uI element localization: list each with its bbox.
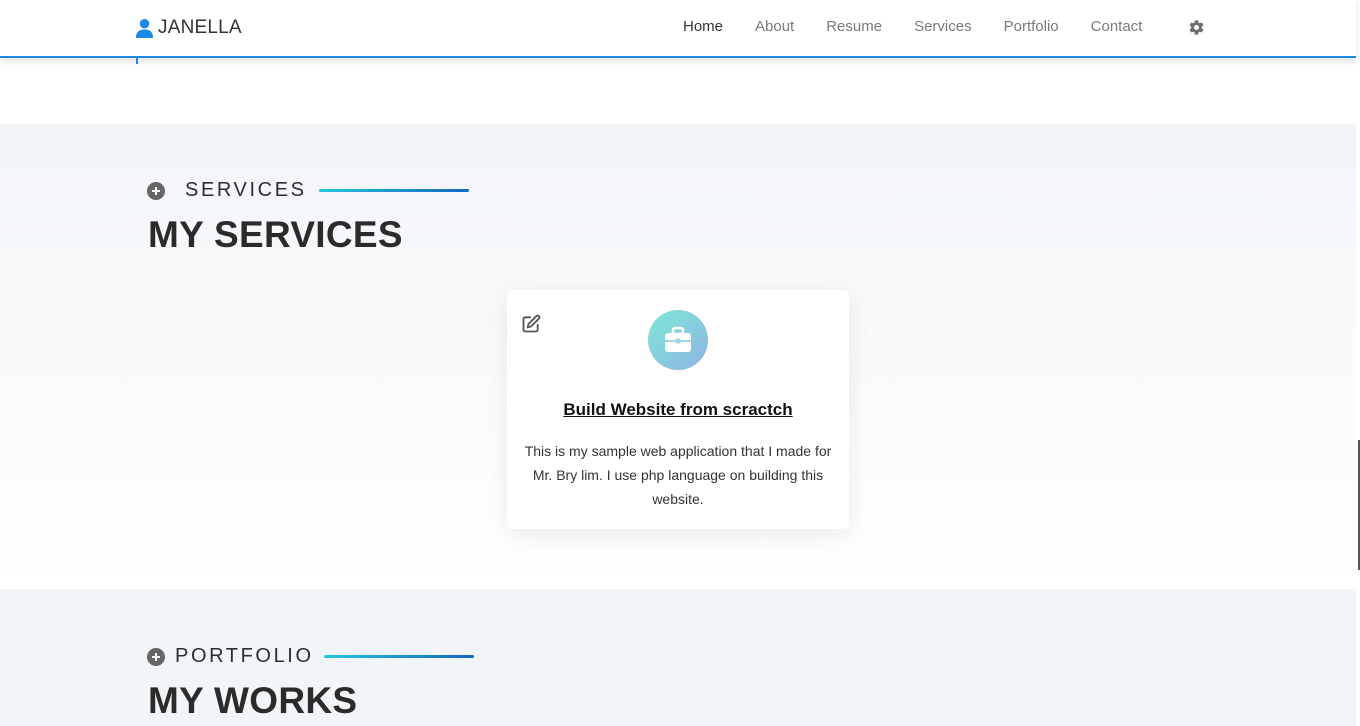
nav-link-home[interactable]: Home: [683, 18, 723, 35]
services-eyebrow-label: SERVICES: [185, 179, 307, 201]
services-heading: MY SERVICES: [148, 214, 403, 255]
nav-link-resume[interactable]: Resume: [826, 18, 882, 35]
service-icon-badge: [648, 310, 708, 370]
services-eyebrow: SERVICES: [147, 179, 469, 202]
brand-link[interactable]: JANELLA: [135, 17, 242, 39]
nav-link-contact[interactable]: Contact: [1091, 18, 1143, 35]
nav-menu: Home About Resume Services Portfolio Con…: [683, 18, 1174, 35]
brand-name: JANELLA: [158, 17, 242, 38]
service-description: This is my sample web application that I…: [524, 443, 832, 507]
portfolio-heading: MY WORKS: [148, 680, 358, 721]
nav-link-about[interactable]: About: [755, 18, 794, 35]
portfolio-eyebrow-label: PORTFOLIO: [175, 645, 314, 667]
services-eyebrow-line: [318, 189, 469, 192]
service-card: Build Website from scractch This is my s…: [507, 290, 849, 529]
page-scrollbar[interactable]: [1356, 0, 1360, 726]
nav-link-portfolio[interactable]: Portfolio: [1004, 18, 1059, 35]
top-navbar: JANELLA Home About Resume Services Portf…: [0, 0, 1356, 58]
nav-underline-marker: [136, 58, 138, 64]
gear-icon[interactable]: [1188, 19, 1205, 36]
portfolio-eyebrow-line: [323, 655, 474, 658]
plus-circle-icon: [147, 181, 165, 200]
briefcase-icon: [665, 326, 691, 352]
plus-circle-icon: [147, 647, 165, 666]
user-icon: [135, 18, 154, 38]
edit-icon[interactable]: [521, 314, 541, 334]
service-title-link[interactable]: Build Website from scractch: [507, 400, 849, 420]
nav-link-services[interactable]: Services: [914, 18, 972, 35]
portfolio-eyebrow: PORTFOLIO: [147, 645, 474, 668]
